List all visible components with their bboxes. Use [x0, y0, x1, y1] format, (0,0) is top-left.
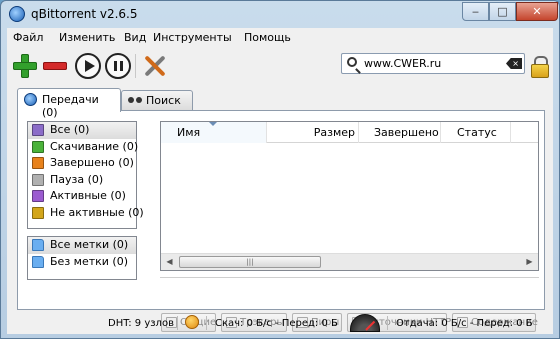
tab-transfers[interactable]: Передачи (0): [17, 88, 121, 119]
folder-icon: [32, 255, 44, 268]
filter-inactive[interactable]: Не активные (0): [28, 205, 144, 222]
filter-completed[interactable]: Завершено (0): [28, 155, 136, 172]
all-icon: [32, 124, 44, 136]
column-status[interactable]: Статус: [441, 122, 511, 143]
column-name-label: Имя: [177, 126, 201, 139]
status-separator: [177, 316, 178, 330]
pause-icon[interactable]: [105, 53, 131, 79]
upload-speed[interactable]: Отдача: 0 Б/с - Перед: 0 Б: [396, 318, 533, 329]
transfers-panel: Все (0) Скачивание (0) Завершено (0) Пау…: [17, 110, 545, 310]
title-bar[interactable]: qBittorrent v2.6.5 ‒ □ ✕: [1, 1, 559, 27]
filter-active[interactable]: Активные (0): [28, 188, 136, 205]
filter-paused[interactable]: Пауза (0): [28, 172, 136, 189]
filter-label: Завершено (0): [50, 156, 134, 169]
filter-all[interactable]: Все (0): [28, 122, 136, 139]
scroll-right-icon[interactable]: ▶: [521, 254, 538, 270]
filter-label: Все (0): [50, 123, 90, 136]
lock-icon[interactable]: [531, 56, 549, 78]
delete-torrent-icon[interactable]: [41, 52, 69, 80]
sort-arrow-icon: [209, 122, 217, 126]
filter-label: Скачивание (0): [50, 139, 139, 153]
filter-label: Пауза (0): [50, 172, 104, 186]
torrent-list[interactable]: Имя Размер Завершено Статус ◀ ||| ▶: [160, 121, 539, 271]
tab-search[interactable]: Поиск: [121, 90, 193, 110]
splitter[interactable]: [160, 277, 539, 280]
status-separator: [387, 316, 388, 330]
client-area: Файл Изменить Вид Инструменты Помощь × П…: [7, 28, 553, 334]
filter-label: Не активные (0): [50, 205, 144, 219]
table-header: Имя Размер Завершено Статус: [161, 122, 538, 143]
inactive-icon: [32, 206, 44, 219]
scroll-left-icon[interactable]: ◀: [161, 254, 178, 270]
column-completed[interactable]: Завершено: [359, 122, 441, 143]
column-size[interactable]: Размер: [267, 122, 359, 143]
status-separator: [206, 316, 207, 330]
tab-search-label: Поиск: [146, 94, 181, 107]
add-torrent-icon[interactable]: [11, 52, 39, 80]
maximize-button[interactable]: □: [489, 2, 516, 21]
downloading-icon: [32, 140, 44, 153]
search-input[interactable]: [364, 56, 504, 71]
horizontal-scrollbar[interactable]: ◀ ||| ▶: [161, 253, 538, 270]
clear-search-icon[interactable]: ×: [506, 58, 522, 69]
toolbar-separator: [135, 54, 136, 78]
menu-bar: Файл Изменить Вид Инструменты Помощь: [7, 28, 553, 48]
menu-file[interactable]: Файл: [13, 31, 43, 44]
status-filter-list[interactable]: Все (0) Скачивание (0) Завершено (0) Пау…: [27, 121, 144, 229]
paused-icon: [32, 173, 44, 186]
filter-all-labels[interactable]: Все метки (0): [28, 237, 136, 254]
folder-icon: [32, 239, 44, 251]
menu-view[interactable]: Вид: [124, 31, 146, 44]
connection-status-icon[interactable]: [185, 315, 199, 329]
resume-icon[interactable]: [75, 53, 101, 79]
minimize-button[interactable]: ‒: [462, 2, 489, 21]
binoculars-icon: [128, 95, 143, 104]
completed-icon: [32, 157, 44, 169]
qbittorrent-app-icon[interactable]: [9, 6, 25, 22]
filter-label: Активные (0): [50, 189, 126, 202]
window-title: qBittorrent v2.6.5: [31, 7, 138, 21]
transfers-icon: [24, 93, 37, 106]
status-bar: DHT: 9 узлов Скач: 0 Б/с - Перед: 0 Б От…: [7, 314, 553, 332]
search-field[interactable]: ×: [341, 53, 525, 74]
menu-tools[interactable]: Инструменты: [153, 31, 232, 44]
main-tabs: Передачи (0) Поиск: [17, 88, 317, 119]
menu-help[interactable]: Помощь: [244, 31, 291, 44]
active-icon: [32, 190, 44, 202]
main-window: qBittorrent v2.6.5 ‒ □ ✕ Файл Изменить В…: [0, 0, 560, 339]
filter-label: Все метки (0): [50, 238, 129, 251]
column-name[interactable]: Имя: [161, 122, 267, 143]
label-filter-list[interactable]: Все метки (0) Без метки (0): [27, 236, 137, 280]
download-speed[interactable]: Скач: 0 Б/с - Перед: 0 Б: [215, 318, 338, 329]
close-button[interactable]: ✕: [516, 2, 558, 21]
speed-limit-icon[interactable]: [350, 314, 380, 332]
menu-edit[interactable]: Изменить: [59, 31, 115, 44]
filter-label: Без метки (0): [50, 254, 129, 268]
splitter-line: [160, 277, 539, 280]
options-tools-icon[interactable]: [141, 52, 169, 80]
dht-status: DHT: 9 узлов: [108, 318, 174, 329]
filter-unlabeled[interactable]: Без метки (0): [28, 254, 136, 271]
search-icon: [347, 57, 357, 67]
scroll-thumb[interactable]: |||: [179, 256, 321, 268]
filter-downloading[interactable]: Скачивание (0): [28, 139, 139, 156]
